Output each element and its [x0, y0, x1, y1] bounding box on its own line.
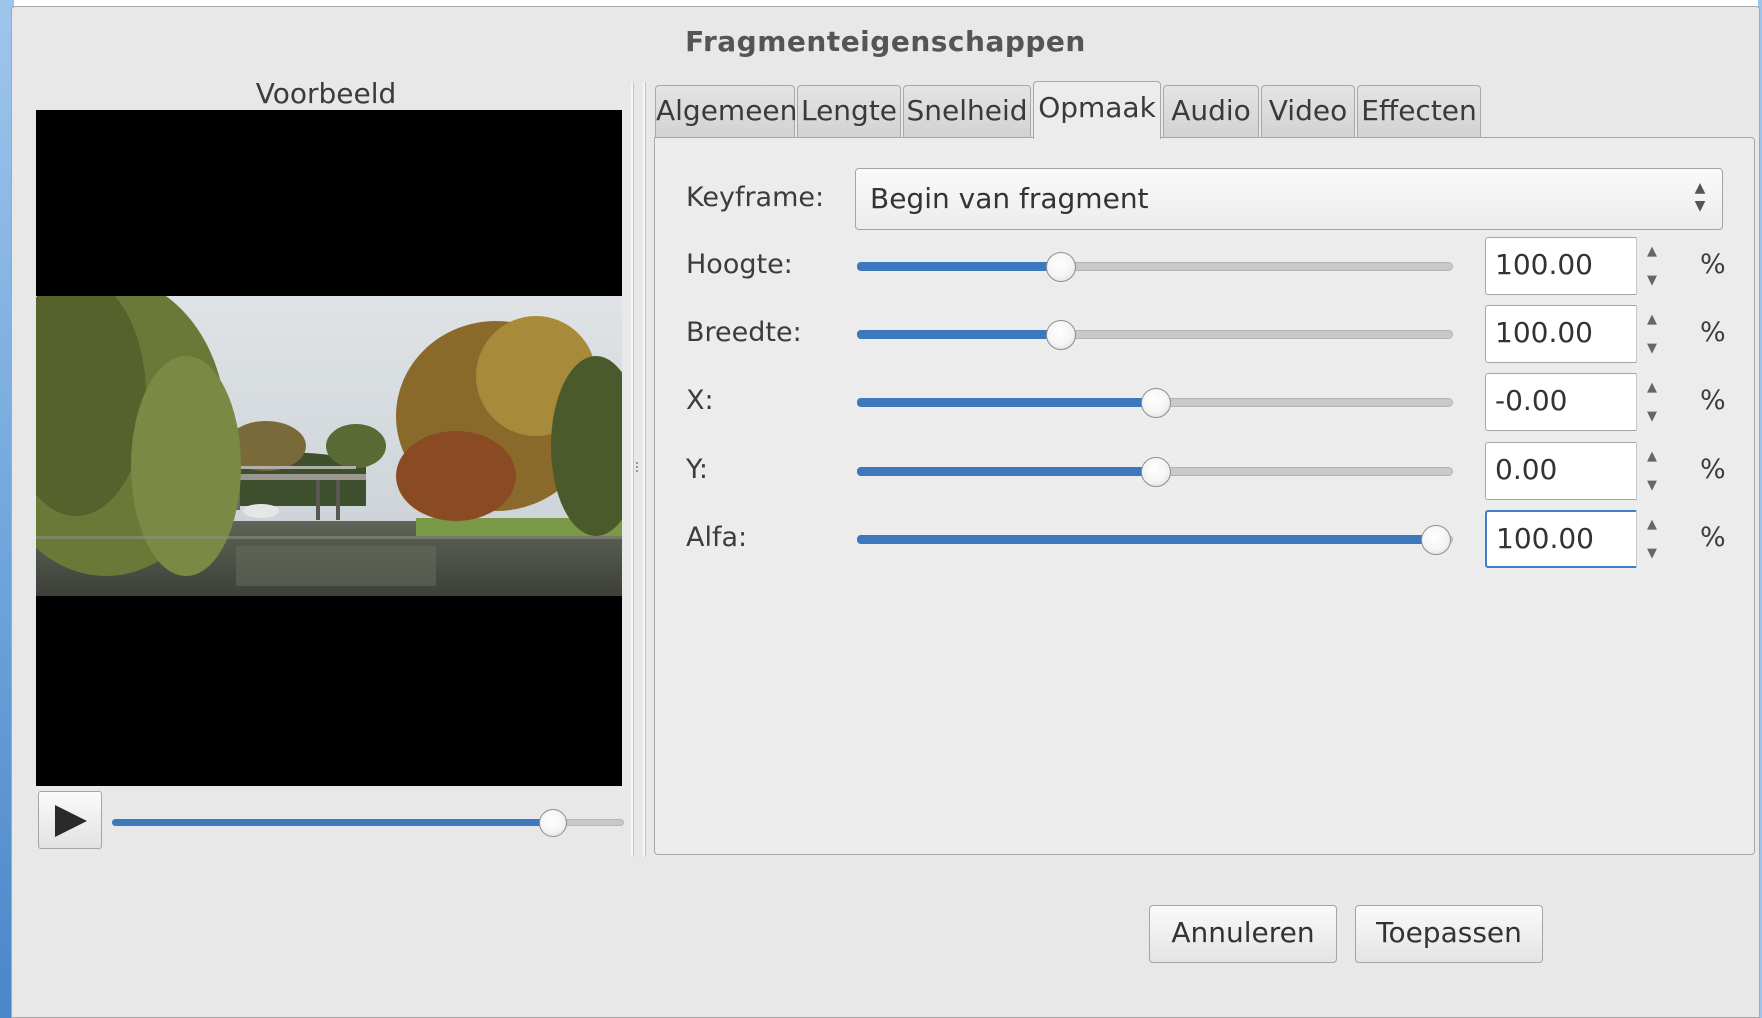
alfa-value[interactable]: 100.00: [1496, 512, 1594, 566]
alfa-unit: %: [1700, 522, 1726, 553]
preview-video: [36, 110, 622, 786]
breedte-value[interactable]: 100.00: [1495, 306, 1593, 360]
spin-up-icon[interactable]: ▲: [1637, 510, 1667, 539]
x-slider-fill: [857, 398, 1155, 407]
y-slider[interactable]: [857, 457, 1453, 487]
tab-opmaak[interactable]: Opmaak: [1033, 81, 1161, 139]
alfa-spin-buttons: ▲ ▼: [1636, 510, 1667, 568]
spin-up-icon[interactable]: ▲: [1637, 305, 1667, 334]
preview-frame-image: [36, 296, 622, 596]
breedte-slider-handle[interactable]: [1045, 320, 1076, 350]
spin-down-icon[interactable]: ▼: [1637, 334, 1667, 363]
alfa-slider-handle[interactable]: [1421, 525, 1452, 555]
keyframe-select-value: Begin van fragment: [870, 182, 1149, 215]
spin-up-icon[interactable]: ▲: [1637, 442, 1667, 471]
hoogte-spin-buttons: ▲ ▼: [1636, 237, 1667, 295]
seek-slider-handle[interactable]: [539, 809, 568, 837]
spin-down-icon[interactable]: ▼: [1637, 471, 1667, 500]
hoogte-value[interactable]: 100.00: [1495, 238, 1593, 292]
tab-effecten[interactable]: Effecten: [1357, 85, 1481, 138]
spin-up-icon[interactable]: ▲: [1637, 373, 1667, 402]
preview-label: Voorbeeld: [255, 77, 397, 110]
spin-up-icon[interactable]: ▲: [1637, 237, 1667, 266]
tab-lengte[interactable]: Lengte: [797, 85, 901, 138]
alfa-label: Alfa:: [686, 522, 748, 553]
x-label: X:: [686, 385, 714, 416]
layout-tab-panel: Keyframe: Begin van fragment ▲ ▼ Hoogte: 1…: [654, 137, 1755, 855]
tab-audio[interactable]: Audio: [1163, 85, 1259, 138]
keyframe-label: Keyframe:: [686, 182, 825, 213]
apply-button[interactable]: Toepassen: [1355, 905, 1543, 963]
spin-down-icon[interactable]: ▼: [1637, 402, 1667, 431]
hoogte-unit: %: [1700, 249, 1726, 280]
pane-splitter[interactable]: [631, 82, 646, 857]
hoogte-slider-fill: [857, 262, 1060, 271]
seek-slider[interactable]: [112, 809, 624, 837]
tab-snelheid[interactable]: Snelheid: [903, 85, 1031, 138]
splitter-grip: [636, 462, 641, 472]
alfa-spinbox[interactable]: 100.00 ▲ ▼: [1485, 510, 1667, 568]
alfa-slider[interactable]: [857, 525, 1453, 555]
spin-down-icon[interactable]: ▼: [1637, 266, 1667, 295]
breedte-spin-buttons: ▲ ▼: [1636, 305, 1667, 363]
cancel-button[interactable]: Annuleren: [1149, 905, 1337, 963]
breedte-unit: %: [1700, 317, 1726, 348]
x-value[interactable]: -0.00: [1495, 374, 1567, 428]
alfa-slider-fill: [857, 535, 1436, 544]
fragment-properties-dialog: Fragmenteigenschappen Voorbeeld Algemeen…: [11, 6, 1760, 1018]
seek-slider-fill: [112, 819, 553, 826]
breedte-label: Breedte:: [686, 317, 802, 348]
play-icon: [55, 805, 87, 837]
dialog-title: Fragmenteigenschappen: [685, 25, 1086, 58]
y-slider-handle[interactable]: [1141, 457, 1171, 487]
x-slider-handle[interactable]: [1141, 388, 1171, 418]
y-unit: %: [1700, 454, 1726, 485]
x-slider[interactable]: [857, 388, 1453, 418]
breedte-slider[interactable]: [857, 320, 1453, 350]
x-spin-buttons: ▲ ▼: [1636, 373, 1667, 431]
spin-down-icon[interactable]: ▼: [1637, 539, 1667, 568]
tab-algemeen[interactable]: Algemeen: [655, 85, 797, 138]
keyframe-select[interactable]: Begin van fragment ▲ ▼: [855, 168, 1723, 230]
x-spinbox[interactable]: -0.00 ▲ ▼: [1485, 373, 1667, 431]
y-label: Y:: [686, 454, 709, 485]
y-slider-fill: [857, 467, 1155, 476]
tab-video[interactable]: Video: [1261, 85, 1355, 138]
hoogte-spinbox[interactable]: 100.00 ▲ ▼: [1485, 237, 1667, 295]
breedte-spinbox[interactable]: 100.00 ▲ ▼: [1485, 305, 1667, 363]
play-button[interactable]: [38, 791, 102, 849]
combo-arrows-icon: ▲ ▼: [1694, 180, 1706, 214]
x-unit: %: [1700, 385, 1726, 416]
hoogte-slider[interactable]: [857, 252, 1453, 282]
hoogte-slider-handle[interactable]: [1045, 252, 1076, 282]
y-value[interactable]: 0.00: [1495, 443, 1557, 497]
y-spin-buttons: ▲ ▼: [1636, 442, 1667, 500]
breedte-slider-fill: [857, 330, 1060, 339]
y-spinbox[interactable]: 0.00 ▲ ▼: [1485, 442, 1667, 500]
hoogte-label: Hoogte:: [686, 249, 793, 280]
